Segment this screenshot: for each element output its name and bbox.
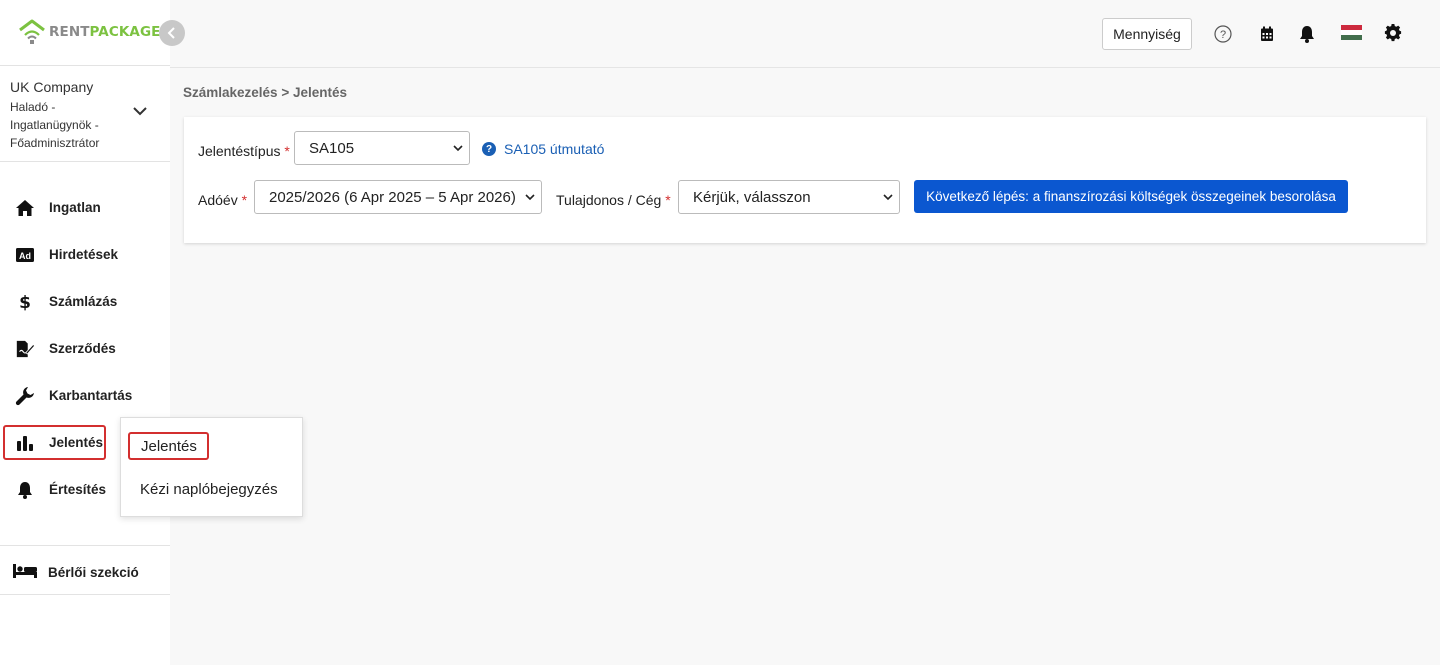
sidebar-item-label: Számlázás <box>49 294 118 309</box>
sidebar-item-label: Ingatlan <box>49 200 101 215</box>
tax-year-value: 2025/2026 (6 Apr 2025 – 5 Apr 2026) <box>269 188 516 206</box>
svg-text:Ad: Ad <box>19 251 31 261</box>
chevron-down-icon <box>883 194 893 201</box>
sidebar-item-label: Karbantartás <box>49 388 133 403</box>
sidebar-item-label: Jelentés <box>49 435 104 450</box>
report-type-label: Jelentéstípus * <box>198 143 290 159</box>
hungarian-flag-icon[interactable] <box>1340 22 1362 42</box>
sidebar-item-label: Értesítés <box>49 482 107 497</box>
logo-text: RENTPACKAGE <box>49 24 160 40</box>
next-step-button[interactable]: Következő lépés: a finanszírozási költsé… <box>914 180 1348 213</box>
report-type-label-text: Jelentéstípus <box>198 143 281 159</box>
quantity-button[interactable]: Mennyiség <box>1102 18 1192 50</box>
help-circle-icon: ? <box>482 142 496 156</box>
dollar-icon: $ <box>15 292 35 312</box>
svg-text:$: $ <box>19 293 31 312</box>
calendar-icon[interactable] <box>1257 24 1277 44</box>
company-name: UK Company <box>10 79 94 95</box>
collapse-sidebar-button[interactable] <box>159 20 185 46</box>
company-switcher[interactable]: UK Company Haladó - Ingatlanügynök - Főa… <box>0 66 170 162</box>
required-mark: * <box>665 192 671 208</box>
tenant-section-link[interactable]: Bérlői szekció <box>0 545 170 595</box>
required-mark: * <box>241 192 248 208</box>
sidebar-item-karbantartas[interactable]: Karbantartás <box>0 373 170 420</box>
report-type-value: SA105 <box>309 139 355 157</box>
tax-year-label-text: Adóév <box>198 192 238 208</box>
sidebar-item-szamlazas[interactable]: $ Számlázás <box>0 279 170 326</box>
sidebar: RENTPACKAGE UK Company Haladó - Ingatlan… <box>0 0 185 665</box>
submenu-item-manual-journal[interactable]: Kézi naplóbejegyzés <box>140 481 278 498</box>
report-submenu: Jelentés Kézi naplóbejegyzés <box>120 417 303 517</box>
company-role: Haladó - Ingatlanügynök - Főadminisztrát… <box>10 100 100 150</box>
logo-icon <box>19 19 45 44</box>
owner-select[interactable]: Kérjük, válasszon <box>678 180 900 214</box>
notification-bell-icon[interactable] <box>1297 24 1317 44</box>
svg-text:?: ? <box>1220 29 1226 41</box>
chevron-down-icon <box>525 194 535 201</box>
report-form-card: Jelentéstípus * SA105 ? SA105 útmutató A… <box>184 117 1426 243</box>
logo-package: PACKAGE <box>89 24 161 40</box>
bed-icon <box>12 563 38 584</box>
top-header: Mennyiség ? <box>170 0 1440 68</box>
logo-row: RENTPACKAGE <box>0 0 170 66</box>
sidebar-item-szerzodes[interactable]: Szerződés <box>0 326 170 373</box>
owner-label: Tulajdonos / Cég * <box>556 192 671 208</box>
gear-icon[interactable] <box>1383 23 1403 43</box>
sa105-guide-text: SA105 útmutató <box>504 141 605 157</box>
wrench-icon <box>15 386 35 406</box>
ad-icon: Ad <box>15 245 35 265</box>
sidebar-item-hirdetesek[interactable]: Ad Hirdetések <box>0 232 170 279</box>
tenant-section-label: Bérlői szekció <box>48 565 139 580</box>
report-type-select[interactable]: SA105 <box>294 131 470 165</box>
tax-year-label: Adóév * <box>198 192 247 208</box>
breadcrumb: Számlakezelés > Jelentés <box>183 85 347 100</box>
contract-icon <box>15 339 35 359</box>
logo[interactable]: RENTPACKAGE <box>18 19 160 45</box>
chevron-down-icon <box>133 107 147 116</box>
owner-value: Kérjük, válasszon <box>693 188 811 206</box>
owner-label-text: Tulajdonos / Cég <box>556 192 662 208</box>
help-icon[interactable]: ? <box>1213 24 1233 44</box>
chevron-down-icon <box>453 145 463 152</box>
bell-icon <box>15 480 35 500</box>
sidebar-item-ingatlan[interactable]: Ingatlan <box>0 185 170 232</box>
chevron-left-icon <box>167 27 175 39</box>
logo-rent: RENT <box>49 24 90 40</box>
required-mark: * <box>284 143 290 159</box>
home-icon <box>15 198 35 218</box>
sidebar-item-label: Szerződés <box>49 341 116 356</box>
submenu-item-jelentes[interactable]: Jelentés <box>128 432 209 460</box>
tax-year-select[interactable]: 2025/2026 (6 Apr 2025 – 5 Apr 2026) <box>254 180 542 214</box>
sa105-guide-link[interactable]: ? SA105 útmutató <box>482 141 604 157</box>
bar-chart-icon <box>15 433 35 453</box>
sidebar-item-label: Hirdetések <box>49 247 119 262</box>
